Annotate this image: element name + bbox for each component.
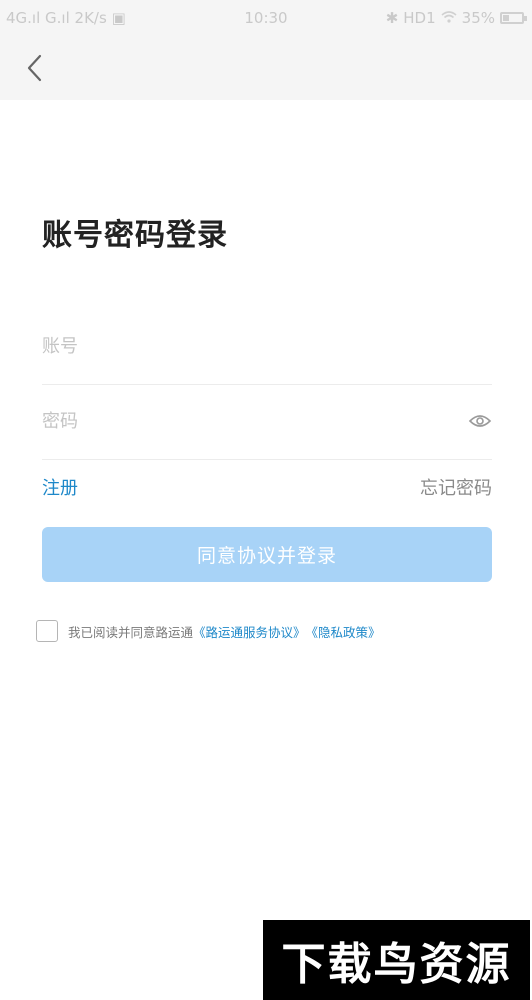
eye-icon bbox=[468, 415, 492, 427]
password-visibility-toggle[interactable] bbox=[468, 409, 492, 433]
account-input[interactable] bbox=[42, 309, 442, 383]
register-link[interactable]: 注册 bbox=[42, 474, 78, 500]
password-field bbox=[42, 384, 492, 460]
status-bar-right: ✱ HD1 35% bbox=[385, 0, 527, 36]
wifi-icon bbox=[441, 0, 457, 36]
agreement-text: 我已阅读并同意路运通 bbox=[68, 624, 194, 640]
account-field bbox=[42, 309, 492, 385]
header-bar: 4G.ıl G.ıl 2K/s ▣ 10:30 ✱ HD1 35% bbox=[0, 0, 532, 100]
login-screen: 4G.ıl G.ıl 2K/s ▣ 10:30 ✱ HD1 35% 账号密码登录 bbox=[0, 0, 532, 1000]
battery-icon bbox=[500, 12, 527, 24]
agree-and-login-button[interactable]: 同意协议并登录 bbox=[42, 527, 492, 582]
agreement-row: 我已阅读并同意路运通 《路运通服务协议》 《隐私政策》 bbox=[36, 618, 381, 644]
hd-indicator: HD1 bbox=[403, 9, 436, 27]
agreement-checkbox[interactable] bbox=[36, 620, 58, 642]
password-input[interactable] bbox=[42, 384, 442, 458]
page-title: 账号密码登录 bbox=[42, 218, 228, 253]
battery-text: 35% bbox=[461, 9, 495, 27]
back-button[interactable] bbox=[16, 48, 52, 88]
service-agreement-link[interactable]: 《路运通服务协议》 bbox=[193, 622, 306, 641]
chevron-left-icon bbox=[27, 54, 42, 82]
watermark: 下载鸟资源 bbox=[263, 920, 530, 1000]
auth-links-row: 注册 忘记密码 bbox=[42, 474, 492, 500]
privacy-policy-link[interactable]: 《隐私政策》 bbox=[306, 622, 381, 641]
status-bar: 4G.ıl G.ıl 2K/s ▣ 10:30 ✱ HD1 35% bbox=[0, 0, 532, 36]
forgot-password-link[interactable]: 忘记密码 bbox=[420, 474, 492, 500]
bluetooth-icon: ✱ bbox=[385, 9, 399, 27]
watermark-text: 下载鸟资源 bbox=[281, 939, 512, 990]
